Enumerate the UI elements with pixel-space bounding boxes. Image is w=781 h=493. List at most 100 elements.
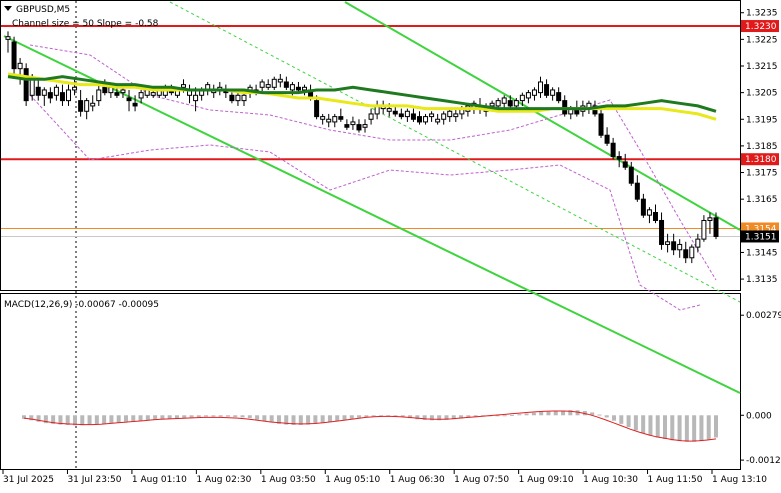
macd-histogram-bar	[539, 412, 544, 416]
candle-body	[120, 89, 126, 94]
candle-body	[531, 89, 537, 96]
candle-body	[701, 219, 707, 240]
candle-body	[295, 86, 301, 91]
candle-body	[132, 102, 138, 107]
macd-histogram-bar	[196, 415, 201, 418]
macd-histogram-bar	[524, 413, 529, 416]
candle-body	[241, 94, 247, 102]
price-tick-label: 1.3135	[746, 275, 778, 285]
price-panel	[0, 0, 741, 291]
time-tick-label: 31 Jul 2025	[3, 475, 54, 485]
candle-body	[677, 243, 683, 251]
price-level-badge-label: 1.3180	[745, 155, 777, 165]
candle-body	[235, 94, 241, 102]
candle-body	[271, 78, 277, 88]
candle-body	[150, 92, 156, 96]
candle-body	[78, 100, 84, 112]
macd-histogram-bar	[670, 415, 675, 441]
macd-histogram-bar	[597, 414, 602, 416]
candle-body	[519, 94, 525, 102]
time-tick-label: 1 Aug 13:10	[712, 475, 767, 485]
candle-body	[410, 113, 416, 120]
price-tick-label: 1.3145	[746, 248, 778, 258]
candle[interactable]	[23, 63, 29, 106]
candle-body	[556, 92, 562, 102]
candle-body	[640, 198, 646, 216]
candle-body	[283, 81, 289, 88]
channel-indicator-label: Channel size = 50 Slope = -0.58	[12, 19, 159, 29]
candle-body	[344, 124, 350, 128]
macd-histogram-bar	[80, 415, 85, 426]
macd-histogram-bar	[233, 415, 238, 418]
candle-body	[398, 113, 404, 118]
trading-chart-window[interactable]: 1.3235 1.3225 1.3215 1.3205 1.3195 1.3185 1.31…	[0, 0, 781, 489]
candle-body	[646, 209, 652, 216]
candle-body	[66, 89, 72, 102]
candle-body	[72, 86, 78, 91]
candle-body	[598, 113, 604, 136]
candle-body	[544, 84, 550, 96]
macd-histogram-bar	[94, 415, 99, 425]
candle-body	[671, 241, 677, 251]
candle-body	[513, 100, 519, 107]
macd-histogram-bar	[510, 414, 515, 416]
candle-body	[501, 97, 507, 104]
macd-histogram-bar	[123, 415, 128, 422]
price-level-badge-label: 1.3151	[745, 232, 777, 242]
macd-histogram-bar	[655, 415, 660, 438]
macd-histogram-bar	[240, 415, 245, 418]
macd-histogram-bar	[546, 411, 551, 416]
macd-histogram-bar	[699, 415, 704, 442]
candle-body	[259, 81, 265, 88]
candle-body	[356, 124, 362, 131]
price-chart[interactable]: 1.3235 1.3225 1.3215 1.3205 1.3195 1.3185 1.31…	[0, 0, 781, 489]
macd-histogram-bar	[204, 415, 209, 417]
candle-body	[610, 142, 616, 158]
time-tick-label: 1 Aug 10:30	[583, 475, 638, 485]
macd-histogram-bar	[619, 415, 624, 424]
candle-body	[332, 116, 338, 123]
candle-body	[628, 166, 634, 184]
candle-body	[53, 86, 59, 96]
price-tick-label: 1.3225	[746, 35, 778, 45]
candle-body	[193, 94, 199, 102]
candle-body	[326, 118, 332, 123]
macd-histogram-bar	[269, 415, 274, 423]
macd-histogram-bar	[116, 415, 121, 423]
macd-histogram-bar	[211, 415, 216, 417]
time-tick-label: 1 Aug 01:10	[132, 475, 187, 485]
price-tick-label: 1.3195	[746, 115, 778, 125]
candle-body	[707, 217, 713, 221]
candle-body	[652, 211, 658, 221]
macd-histogram-bar	[342, 415, 347, 420]
macd-histogram-bar	[692, 415, 697, 442]
macd-tick-label: -0.00125	[746, 456, 781, 466]
candle-body	[507, 100, 513, 107]
macd-histogram-bar	[335, 415, 340, 422]
macd-histogram-bar	[247, 415, 252, 419]
macd-histogram-bar	[706, 415, 711, 440]
macd-histogram-bar	[663, 415, 668, 439]
symbol-title: GBPUSD,M5	[16, 5, 70, 15]
macd-histogram-bar	[604, 415, 609, 418]
candle-body	[362, 124, 368, 128]
candle[interactable]	[11, 36, 17, 74]
price-tick-label: 1.3165	[746, 195, 778, 205]
macd-histogram-bar	[612, 415, 617, 421]
time-tick-label: 1 Aug 03:50	[261, 475, 316, 485]
macd-histogram-bar	[357, 415, 362, 418]
candle-body	[429, 113, 435, 118]
price-level-badge-label: 1.3230	[745, 22, 777, 32]
macd-histogram-bar	[145, 415, 150, 420]
macd-histogram-bar	[109, 415, 114, 424]
time-tick-label: 1 Aug 07:50	[454, 475, 509, 485]
candle-body	[550, 89, 556, 96]
candle-body	[525, 92, 531, 99]
candle-body	[634, 182, 640, 200]
candle-body	[302, 86, 308, 91]
macd-panel	[0, 293, 741, 470]
candle-body	[41, 89, 47, 96]
candle-body	[11, 41, 17, 70]
candle-body	[416, 116, 422, 123]
macd-histogram-bar	[349, 415, 354, 419]
